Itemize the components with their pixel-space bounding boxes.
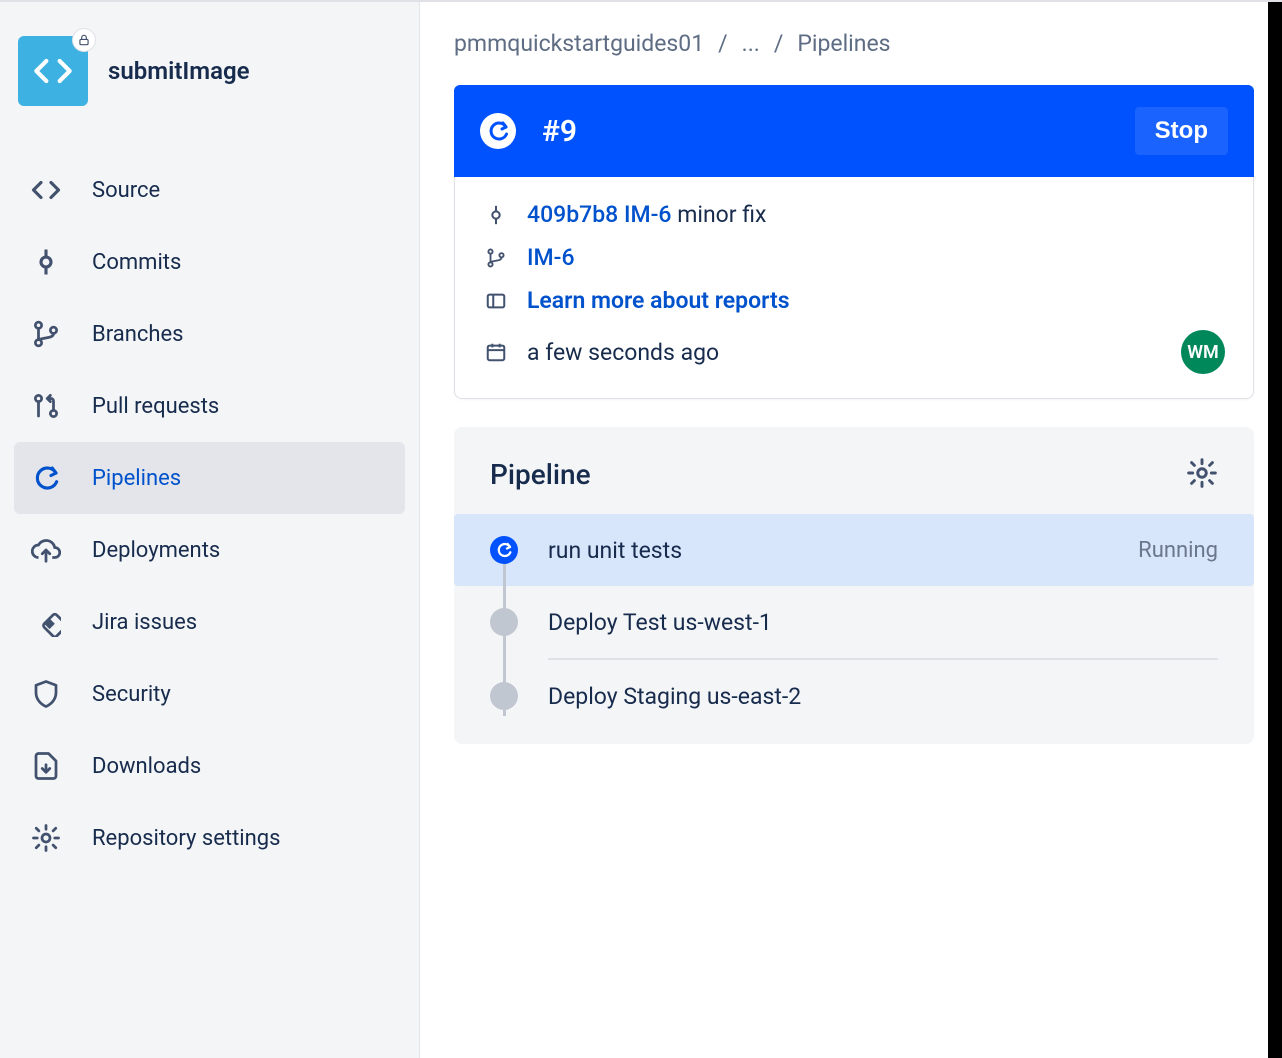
repo-title: submitImage	[108, 57, 250, 85]
sidebar-item-label: Source	[92, 178, 160, 203]
pipeline-settings-button[interactable]	[1186, 457, 1218, 492]
running-spinner-icon	[480, 113, 516, 149]
sidebar-item-label: Commits	[92, 250, 181, 275]
breadcrumb: pmmquickstartguides01 / ... / Pipelines	[454, 30, 1254, 57]
run-info-card: 409b7b8 IM-6 minor fix IM-6 Learn more a…	[454, 177, 1254, 399]
sidebar-item-label: Deployments	[92, 538, 220, 563]
code-icon	[33, 51, 73, 91]
run-header: #9 Stop	[454, 85, 1254, 177]
sidebar-item-label: Jira issues	[92, 610, 197, 635]
sidebar-item-deployments[interactable]: Deployments	[14, 514, 405, 586]
branch-row: IM-6	[483, 244, 1225, 271]
branch-link[interactable]: IM-6	[527, 244, 575, 271]
sidebar-item-branches[interactable]: Branches	[14, 298, 405, 370]
download-file-icon	[28, 748, 64, 784]
breadcrumb-separator: /	[774, 30, 784, 57]
breadcrumb-pipelines[interactable]: Pipelines	[797, 30, 890, 57]
avatar: WM	[1181, 330, 1225, 374]
sidebar-item-commits[interactable]: Commits	[14, 226, 405, 298]
sidebar-item-label: Pipelines	[92, 466, 181, 491]
commit-icon	[28, 244, 64, 280]
main: pmmquickstartguides01 / ... / Pipelines …	[420, 2, 1282, 1058]
sidebar-item-repository-settings[interactable]: Repository settings	[14, 802, 405, 874]
breadcrumb-separator: /	[718, 30, 728, 57]
repo-header: submitImage	[18, 36, 405, 106]
pullrequest-icon	[28, 388, 64, 424]
pipeline-step[interactable]: Deploy Test us-west-1	[454, 586, 1254, 658]
reports-row: Learn more about reports	[483, 287, 1225, 314]
branch-icon	[483, 245, 509, 271]
pipeline-icon	[28, 460, 64, 496]
sidebar-item-label: Security	[92, 682, 171, 707]
report-icon	[483, 288, 509, 314]
sidebar-item-security[interactable]: Security	[14, 658, 405, 730]
window-right-border	[1268, 2, 1282, 1058]
commit-hash-link[interactable]: 409b7b8	[527, 201, 618, 228]
step-status: Running	[1138, 538, 1218, 563]
calendar-icon	[483, 339, 509, 365]
sidebar-item-label: Pull requests	[92, 394, 219, 419]
sidebar-item-label: Repository settings	[92, 826, 281, 851]
code-icon	[28, 172, 64, 208]
commit-message: minor fix	[677, 201, 766, 228]
pipeline-step[interactable]: Deploy Staging us-east-2	[454, 660, 1254, 732]
step-label: run unit tests	[548, 537, 1108, 564]
run-number: #9	[542, 114, 577, 149]
pipeline-steps: run unit tests Running Deploy Test us-we…	[454, 514, 1254, 732]
sidebar-item-label: Branches	[92, 322, 184, 347]
step-label: Deploy Staging us-east-2	[548, 683, 1188, 710]
step-label: Deploy Test us-west-1	[548, 609, 1188, 636]
running-status-icon	[490, 536, 518, 564]
shield-icon	[28, 676, 64, 712]
time-row: a few seconds ago WM	[483, 330, 1225, 374]
sidebar-item-source[interactable]: Source	[14, 154, 405, 226]
sidebar-item-pipelines[interactable]: Pipelines	[14, 442, 405, 514]
reports-link[interactable]: Learn more about reports	[527, 287, 790, 314]
gear-icon	[28, 820, 64, 856]
gear-icon	[1186, 457, 1218, 489]
breadcrumb-ellipsis[interactable]: ...	[742, 30, 760, 57]
stop-button[interactable]: Stop	[1135, 107, 1228, 155]
repo-avatar	[18, 36, 88, 106]
nav-list: Source Commits Branches Pull requests Pi…	[14, 154, 405, 874]
lock-icon	[72, 28, 96, 52]
breadcrumb-workspace[interactable]: pmmquickstartguides01	[454, 30, 704, 57]
jira-icon	[28, 604, 64, 640]
pending-status-icon	[490, 682, 518, 710]
sidebar-item-downloads[interactable]: Downloads	[14, 730, 405, 802]
pending-status-icon	[490, 608, 518, 636]
sidebar-item-pull-requests[interactable]: Pull requests	[14, 370, 405, 442]
commit-row: 409b7b8 IM-6 minor fix	[483, 201, 1225, 228]
commit-icon	[483, 202, 509, 228]
cloud-upload-icon	[28, 532, 64, 568]
commit-key-link[interactable]: IM-6	[624, 201, 672, 228]
pipeline-panel: Pipeline run unit tests Running Deploy T…	[454, 427, 1254, 744]
sidebar: submitImage Source Commits Branches Pull…	[0, 2, 420, 1058]
sidebar-item-jira-issues[interactable]: Jira issues	[14, 586, 405, 658]
branch-icon	[28, 316, 64, 352]
pipeline-title: Pipeline	[490, 458, 591, 491]
time-text: a few seconds ago	[527, 339, 719, 366]
pipeline-step[interactable]: run unit tests Running	[454, 514, 1254, 586]
sidebar-item-label: Downloads	[92, 754, 201, 779]
